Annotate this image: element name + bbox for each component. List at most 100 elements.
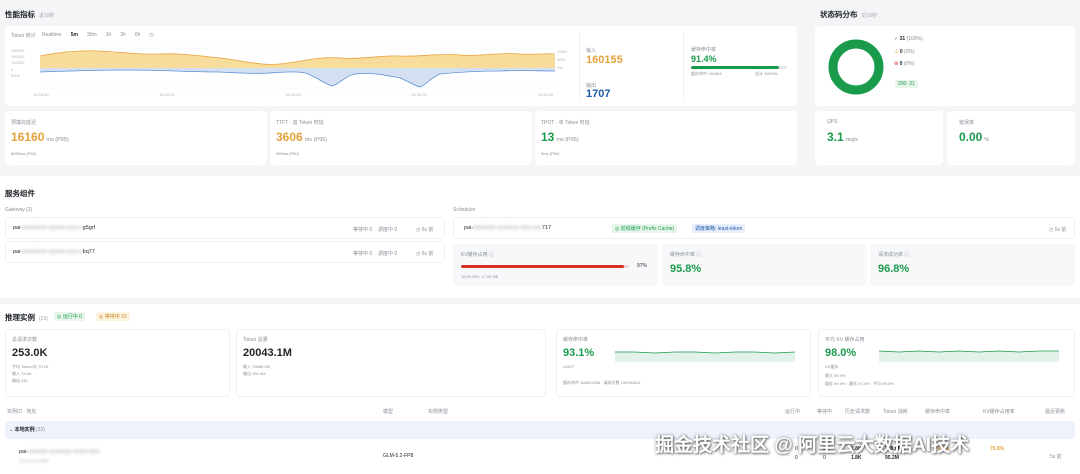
col-model[interactable]: 模型 xyxy=(383,408,393,415)
kv-cache-sub: 16.50 GB / 17.00 GB xyxy=(461,274,499,279)
gateway-scheduling: 调度中 0 xyxy=(378,227,398,233)
range-30m[interactable]: 30m xyxy=(87,32,97,38)
gateway-time: ◷ 5s 前 xyxy=(416,227,434,233)
instance-kv-card: 平均 KV 缓存占用 98.0% KV缓存 最大 99.9% 缓存 99.9% … xyxy=(818,329,1075,397)
chart-x-ticks: 16:05:00 16:15:00 16:25:00 16:35:00 16:45:00 xyxy=(33,92,553,97)
status-row-4xx: ⚠ 0 (0%) xyxy=(894,48,915,55)
status-subtitle: 近10秒 xyxy=(861,13,878,19)
instance-address: 10.xx.xx.xx:8000 xyxy=(19,458,49,463)
status-title: 状态码分布 近10秒 xyxy=(820,10,878,19)
instance-name: pai-xxxxxxx-xxxxxxxx-xxxxx-xxxx xyxy=(19,449,100,455)
hit-rate-card: 缓存命中率 ⓘ 95.8% xyxy=(662,244,867,286)
col-running[interactable]: 运行中 xyxy=(785,408,800,415)
col-type[interactable]: 实例类型 xyxy=(428,408,448,415)
gateway-scheduling: 调度中 0 xyxy=(378,251,398,257)
tpot-label: TPOT · 单 Token 时延 xyxy=(541,120,590,126)
hit-rate-label: 缓存命中率 ⓘ xyxy=(670,252,702,258)
range-1h[interactable]: 1h xyxy=(106,32,112,38)
instance-cache-sparkline xyxy=(615,351,795,362)
tpot-value: 13 ms (P95) xyxy=(541,130,579,144)
divider xyxy=(683,32,684,102)
status-chip-200: 200: 31 xyxy=(895,80,918,88)
success-rate-value: 96.8% xyxy=(878,263,910,275)
range-3h[interactable]: 3h xyxy=(120,32,126,38)
cell-updated: 5s 前 xyxy=(1050,454,1062,460)
instances-table-header: 实例ID · 地址 模型 实例类型 运行中 等待中 历史请求数 Token 消耗… xyxy=(5,404,1075,418)
running-tag[interactable]: ◎ 运行中 0 xyxy=(54,312,85,321)
instance-model: GLM-5.2-FP8 xyxy=(383,453,414,459)
token-area-chart xyxy=(40,47,555,89)
scheduler-name: pai-xxxxxxxx-xxxxxxxx-xxxx-xxx717 xyxy=(464,225,552,231)
tpot-sub: 9ms (P50) xyxy=(541,151,560,156)
ttft-sub: 989ms (P50) xyxy=(276,151,299,156)
prefix-cache-tag: ◎ 前缀缓存 (Prefix Cache) xyxy=(612,224,678,233)
scheduler-row[interactable]: pai-xxxxxxxx-xxxxxxxx-xxxx-xxx717 ◎ 前缀缓存… xyxy=(453,217,1075,239)
total-requests-card: 总请求次数 253.0K 平均 Token/次 79.1K 输入 78.6K 输… xyxy=(5,329,230,397)
instance-cache-sub1: LMCP xyxy=(563,364,575,369)
instances-title: 推理实例 (23) xyxy=(5,313,48,322)
range-6h[interactable]: 6h xyxy=(135,32,141,38)
ttft-card: TTFT · 首 Token 时延 3606 ms (P95) 989ms (P5… xyxy=(270,111,532,165)
donut-arc xyxy=(828,39,884,95)
token-total-value: 20043.1M xyxy=(243,347,292,359)
policy-tag: 调度策略: least-token xyxy=(692,224,746,233)
instance-kv-value: 98.0% xyxy=(825,347,857,359)
total-requests-value: 253.0K xyxy=(12,347,48,359)
waiting-tag[interactable]: ◎ 等待中 23 xyxy=(96,312,130,321)
error-rate-value: 0.00% xyxy=(959,130,990,144)
kv-cache-value: 97% xyxy=(637,263,648,269)
instance-cache-sub2: 缓存命中 185631256 · 请求总数 199352611 xyxy=(563,380,641,385)
status-row-2xx: ✓ 31 (100%) xyxy=(894,36,923,42)
range-5m[interactable]: 5m xyxy=(71,32,78,38)
gateway-time: ◷ 5s 前 xyxy=(416,251,434,257)
ttft-value: 3606 ms (P95) xyxy=(276,130,328,144)
success-rate-card: 请求成功率 ⓘ 96.8% xyxy=(870,244,1075,286)
gateway-row-1[interactable]: pai-xxxxxxxxx-xxxxxx-xxxx-xg5grf 等待中 0 调… xyxy=(5,217,445,239)
instance-kv-sub2: 最大 99.9% xyxy=(825,373,846,378)
hit-rate-value: 95.8% xyxy=(670,263,702,275)
perf-title: 性能指标 近10秒 xyxy=(5,10,55,19)
input-area xyxy=(40,50,555,68)
instance-cache-value: 93.1% xyxy=(563,347,595,359)
col-kv[interactable]: KV缓存占用率 xyxy=(983,408,1015,415)
success-rate-label: 请求成功率 ⓘ xyxy=(878,252,910,258)
error-rate-card: 错误率 0.00% xyxy=(947,111,1075,165)
col-waiting[interactable]: 等待中 xyxy=(817,408,832,415)
gateway-name: pai-xxxxxxxxx-xxxxxx-xxxx-xg5grf xyxy=(13,225,96,231)
group-label: ⌄ 本地实例 (23) xyxy=(9,427,45,433)
cell-kv: 75.8% xyxy=(990,446,1005,452)
clock-icon[interactable]: ◷ xyxy=(149,32,153,38)
cache-total-count: 总计 160155 xyxy=(755,71,778,76)
col-updated[interactable]: 最近更新 xyxy=(1045,408,1065,415)
range-realtime[interactable]: Realtime xyxy=(42,32,62,38)
cache-label: 缓存命中率 xyxy=(691,47,717,53)
col-cache[interactable]: 缓存命中率 xyxy=(925,408,950,415)
output-value: 1707 xyxy=(586,88,611,100)
token-total-card: Token 总量 20043.1M 输入 19888.2M 输出 154.9M xyxy=(236,329,546,397)
qps-value: 3.1 req/s xyxy=(827,130,858,144)
perf-subtitle: 近10秒 xyxy=(39,13,55,19)
col-instance[interactable]: 实例ID · 地址 xyxy=(7,408,36,415)
range-selector: Realtime 5m 30m 1h 3h 6h ◷ xyxy=(42,32,154,38)
gateway-label: Gateway (2) xyxy=(5,207,33,213)
instance-kv-sub3: 缓存 99.9% · 最低 97.4% · 平均 98.0% xyxy=(825,381,894,386)
gateway-waiting: 等待中 0 xyxy=(353,251,373,257)
check-icon: ✓ xyxy=(894,36,899,42)
qps-card: QPS 3.1 req/s xyxy=(815,111,943,165)
prefill-sub: 8034ms (P50) xyxy=(11,151,37,156)
col-history[interactable]: 历史请求数 xyxy=(845,408,870,415)
tpot-card: TPOT · 单 Token 时延 13 ms (P95) 9ms (P50) xyxy=(535,111,797,165)
output-area xyxy=(40,68,555,87)
col-tokens[interactable]: Token 消耗 xyxy=(883,408,908,415)
prefill-value: 16160 ms (P95) xyxy=(11,130,69,144)
gateway-row-2[interactable]: pai-xxxxxxxxx-xxxxxx-xxxx-xbq77 等待中 0 调度… xyxy=(5,241,445,263)
input-label: 输入 xyxy=(586,48,597,54)
watermark: 掘金技术社区 @ 阿里云大数据AI技术 xyxy=(655,435,970,456)
gateway-name: pai-xxxxxxxxx-xxxxxx-xxxx-xbq77 xyxy=(13,249,95,255)
cache-value: 91.4% xyxy=(691,54,717,64)
services-title: 服务组件 xyxy=(5,189,35,198)
instance-cache-label: 缓存命中率 xyxy=(563,337,589,343)
divider xyxy=(579,32,580,102)
kv-cache-fill xyxy=(461,265,624,268)
status-card: ✓ 31 (100%) ⚠ 0 (0%) ⊗ 0 (0%) 200: 31 xyxy=(815,26,1075,106)
